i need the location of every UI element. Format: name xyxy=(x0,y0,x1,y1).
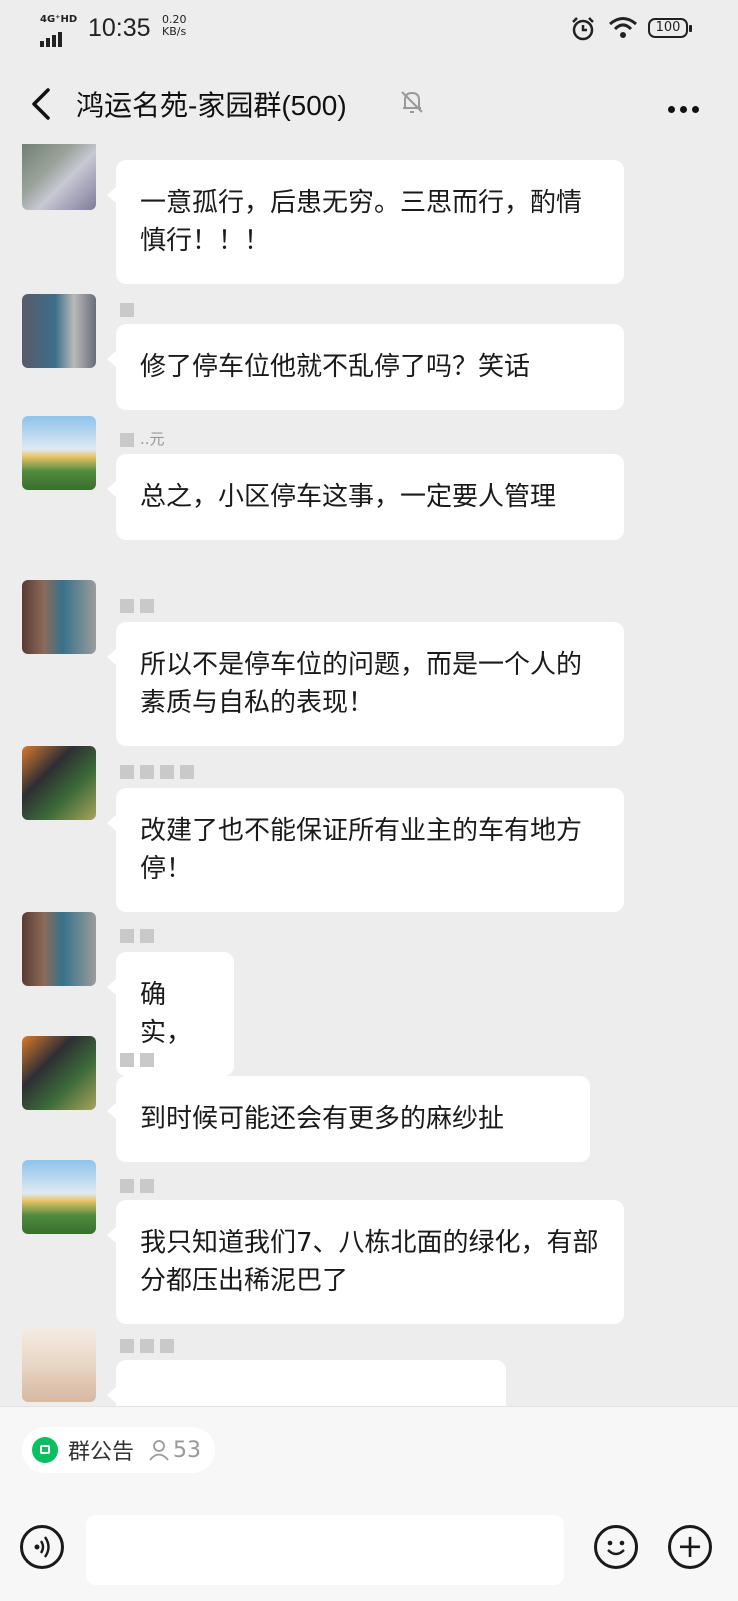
notice-icon xyxy=(32,1437,58,1463)
status-time: 10:35 xyxy=(88,14,151,42)
message-bubble[interactable]: 到时候可能还会有更多的麻纱扯 xyxy=(107,1076,590,1162)
network-type: 4G⁺HD xyxy=(40,14,78,25)
battery-indicator: 100 xyxy=(648,18,692,38)
sender-name xyxy=(120,762,200,782)
message-bubble[interactable]: 修了停车位他就不乱停了吗？笑话 xyxy=(107,324,624,410)
message-text: 到时候可能还会有更多的麻纱扯 xyxy=(140,1104,505,1134)
group-notice-button[interactable]: 群公告 53 xyxy=(22,1427,216,1473)
member-count: 53 xyxy=(148,1438,201,1463)
avatar[interactable] xyxy=(22,1160,96,1234)
message-text: 一意孤行，后患无穷。三思而行，酌情慎行！！！ xyxy=(140,188,583,256)
message-text: 我只知道我们7、八栋北面的绿化，有部分都压出稀泥巴了 xyxy=(140,1228,599,1296)
message-item xyxy=(0,1328,738,1406)
avatar[interactable] xyxy=(22,1328,96,1402)
message-input[interactable] xyxy=(86,1515,564,1585)
signal-indicator: 4G⁺HD xyxy=(40,14,78,47)
message-text: 总之，小区停车这事，一定要人管理 xyxy=(140,482,557,512)
sender-name: ..元 xyxy=(120,428,165,448)
avatar[interactable] xyxy=(22,912,96,986)
signal-bars-icon xyxy=(40,28,64,47)
message-item: 所以不是停车位的问题，而是一个人的素质与自私的表现！ xyxy=(0,580,738,746)
message-text: 改建了也不能保证所有业主的车有地方停！ xyxy=(140,816,583,884)
sender-name xyxy=(120,1176,160,1196)
network-speed: 0.20 KB/s xyxy=(162,14,187,38)
status-bar: 4G⁺HD 10:35 0.20 KB/s 100 xyxy=(0,0,738,60)
member-count-value: 53 xyxy=(173,1437,202,1463)
message-bubble[interactable]: 总之，小区停车这事，一定要人管理 xyxy=(107,454,624,540)
emoji-icon[interactable] xyxy=(594,1525,638,1569)
wifi-icon xyxy=(609,17,637,38)
more-icon[interactable] xyxy=(668,98,706,113)
avatar[interactable] xyxy=(22,746,96,820)
message-text: 所以不是停车位的问题，而是一个人的素质与自私的表现！ xyxy=(140,650,583,718)
avatar[interactable] xyxy=(22,1036,96,1110)
message-item: 一意孤行，后患无穷。三思而行，酌情慎行！！！ xyxy=(0,144,738,284)
voice-icon[interactable] xyxy=(20,1525,64,1569)
message-item: 我只知道我们7、八栋北面的绿化，有部分都压出稀泥巴了 xyxy=(0,1160,738,1324)
avatar[interactable] xyxy=(22,294,96,368)
message-item: 修了停车位他就不乱停了吗？笑话 xyxy=(0,294,738,410)
message-item: 到时候可能还会有更多的麻纱扯 xyxy=(0,1036,738,1162)
chevron-left-icon[interactable] xyxy=(24,84,64,124)
notice-label: 群公告 xyxy=(68,1440,135,1465)
message-bubble[interactable] xyxy=(107,1360,506,1406)
avatar[interactable] xyxy=(22,580,96,654)
input-area: 群公告 53 + xyxy=(0,1406,738,1601)
message-bubble[interactable]: 所以不是停车位的问题，而是一个人的素质与自私的表现！ xyxy=(107,622,624,746)
sender-name xyxy=(120,300,140,320)
message-item: 改建了也不能保证所有业主的车有地方停！ xyxy=(0,746,738,912)
message-item: 确实， xyxy=(0,912,738,1076)
sender-name xyxy=(120,1050,160,1070)
person-icon xyxy=(149,1440,169,1461)
message-bubble[interactable]: 一意孤行，后患无穷。三思而行，酌情慎行！！！ xyxy=(107,160,624,284)
message-text: 修了停车位他就不乱停了吗？笑话 xyxy=(140,352,531,382)
alarm-icon xyxy=(572,17,594,41)
message-list: 一意孤行，后患无穷。三思而行，酌情慎行！！！ 修了停车位他就不乱停了吗？笑话 .… xyxy=(0,144,738,1406)
sender-name xyxy=(120,1336,180,1356)
bell-off-icon xyxy=(401,91,423,113)
message-item: ..元 总之，小区停车这事，一定要人管理 xyxy=(0,416,738,576)
avatar[interactable] xyxy=(22,144,96,210)
plus-icon[interactable]: + xyxy=(668,1525,712,1569)
chat-header: 鸿运名苑-家园群(500) xyxy=(0,60,738,144)
sender-name xyxy=(120,926,160,946)
sender-name xyxy=(120,596,160,616)
avatar[interactable] xyxy=(22,416,96,490)
chat-title: 鸿运名苑-家园群(500) xyxy=(76,90,347,121)
message-bubble[interactable]: 我只知道我们7、八栋北面的绿化，有部分都压出稀泥巴了 xyxy=(107,1200,624,1324)
speed-unit: KB/s xyxy=(162,25,187,38)
message-bubble[interactable]: 改建了也不能保证所有业主的车有地方停！ xyxy=(107,788,624,912)
